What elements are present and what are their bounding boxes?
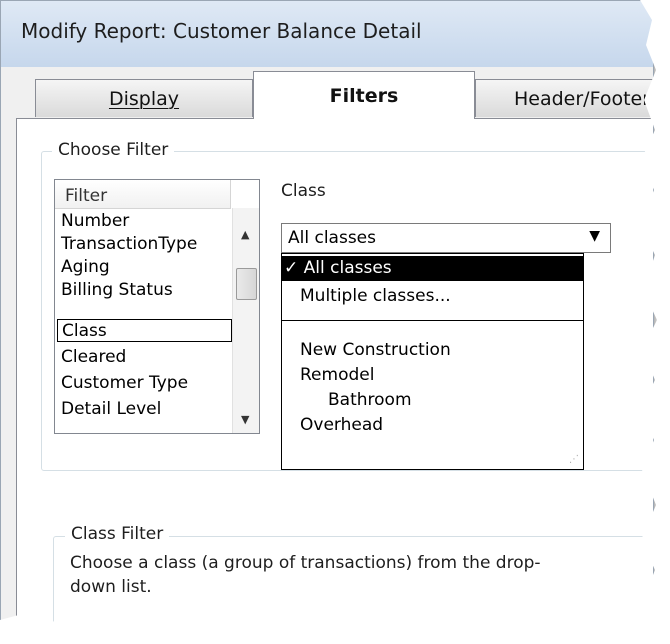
class-filter-label: Class Filter	[65, 524, 170, 544]
filter-item-customer-type[interactable]: Customer Type	[57, 372, 232, 395]
filter-item-number[interactable]: Number	[57, 210, 232, 233]
scroll-down-arrow-icon[interactable]: ▼	[241, 413, 249, 426]
filter-item-detail-level[interactable]: Detail Level	[57, 398, 232, 421]
title-bar: Modify Report: Customer Balance Detail	[1, 1, 653, 68]
class-option-overhead[interactable]: Overhead	[282, 413, 583, 438]
filter-column-header: Filter	[65, 186, 108, 206]
class-option-label: All classes	[303, 258, 392, 278]
tab-header-footer-label: Header/Footer	[514, 87, 651, 110]
filter-list-scrollbar[interactable]: ▲ ▼	[232, 208, 259, 433]
class-option-new-construction[interactable]: New Construction	[282, 338, 583, 363]
resize-grip-icon[interactable]: ⋰	[569, 454, 579, 465]
filter-item-cleared[interactable]: Cleared	[57, 346, 232, 369]
dropdown-separator	[282, 320, 583, 321]
dropdown-arrow-icon[interactable]: ▼	[589, 228, 600, 244]
filter-item-class[interactable]: Class	[57, 319, 232, 342]
filter-item-transactiontype[interactable]: TransactionType	[57, 233, 232, 256]
filter-listbox[interactable]: Filter Number TransactionType Aging Bill…	[54, 179, 260, 434]
filter-list-header[interactable]: Filter	[55, 180, 231, 209]
class-option-all-classes[interactable]: ✓ All classes	[282, 256, 583, 281]
tab-filters-label: Filters	[329, 84, 399, 107]
scroll-thumb[interactable]	[236, 268, 257, 300]
class-option-multiple-classes[interactable]: Multiple classes...	[282, 284, 583, 309]
scroll-up-arrow-icon[interactable]: ▲	[241, 228, 249, 241]
tab-filters[interactable]: Filters	[253, 71, 475, 119]
class-label: Class	[281, 181, 326, 201]
class-filter-description: Choose a class (a group of transactions)…	[70, 553, 541, 597]
filter-item-aging[interactable]: Aging	[57, 256, 232, 279]
class-option-remodel[interactable]: Remodel	[282, 363, 583, 388]
tab-header-footer[interactable]: Header/Footer	[475, 79, 653, 117]
choose-filter-label: Choose Filter	[52, 140, 175, 160]
tab-display-label: Display	[108, 87, 180, 110]
class-dropdown-list[interactable]: ✓ All classes Multiple classes... New Co…	[281, 253, 584, 470]
class-option-bathroom[interactable]: Bathroom	[282, 388, 583, 413]
filter-item-billing-status[interactable]: Billing Status	[57, 279, 232, 302]
modify-report-window: Modify Report: Customer Balance Detail D…	[0, 0, 654, 632]
column-divider	[230, 180, 231, 208]
class-combobox[interactable]: All classes ▼	[281, 223, 611, 253]
checkmark-icon: ✓	[284, 258, 299, 278]
tab-display[interactable]: Display	[35, 79, 253, 117]
window-title: Modify Report: Customer Balance Detail	[21, 19, 422, 43]
class-combobox-value: All classes	[288, 228, 376, 248]
